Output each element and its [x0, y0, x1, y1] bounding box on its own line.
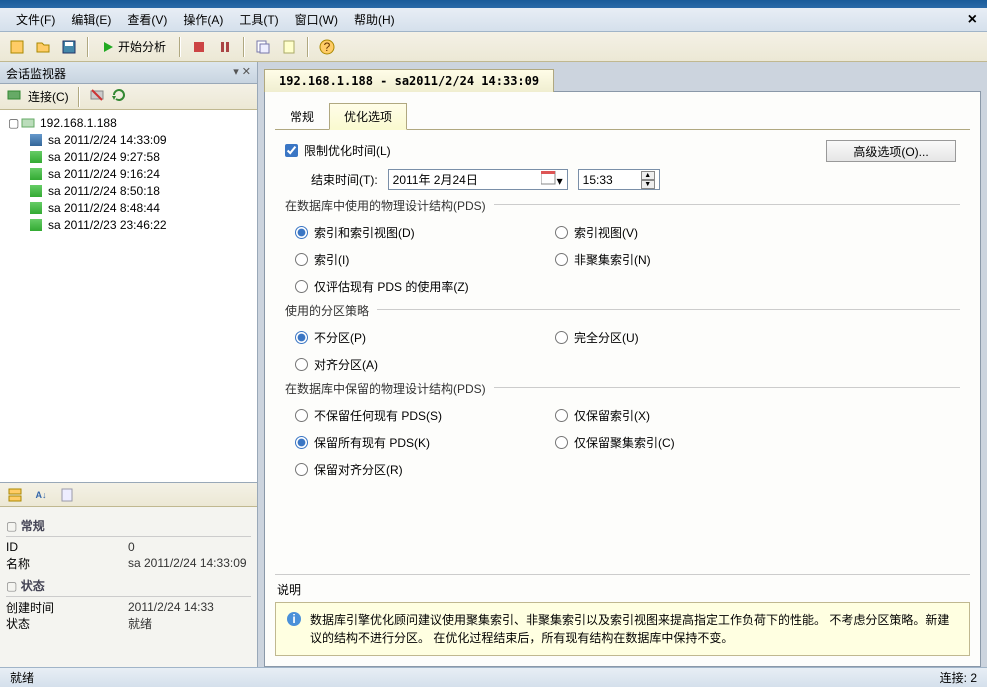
opt-keep-indexes-only[interactable]: 仅保留索引(X) — [555, 407, 805, 424]
opt-evaluate-existing[interactable]: 仅评估现有 PDS 的使用率(Z) — [295, 278, 805, 295]
limit-tuning-time-checkbox[interactable] — [285, 144, 298, 157]
session-icon — [28, 166, 44, 182]
session-icon — [28, 149, 44, 165]
end-time-label: 结束时间(T): — [311, 171, 378, 188]
menu-edit[interactable]: 编辑(E) — [63, 8, 119, 31]
copy-icon[interactable] — [252, 36, 274, 58]
session-icon — [28, 217, 44, 233]
menu-tools[interactable]: 工具(T) — [231, 8, 286, 31]
opt-indexed-views[interactable]: 索引视图(V) — [555, 224, 805, 241]
tree-session-item[interactable]: sa 2011/2/24 8:48:44 — [4, 199, 253, 216]
session-icon — [28, 132, 44, 148]
statusbar: 就绪 连接: 2 — [0, 667, 987, 687]
svg-text:i: i — [292, 612, 295, 626]
tree-session-item[interactable]: sa 2011/2/24 14:33:09 — [4, 131, 253, 148]
session-tree[interactable]: ▢ 192.168.1.188 sa 2011/2/24 14:33:09 sa… — [0, 110, 257, 482]
tree-server-node[interactable]: ▢ 192.168.1.188 — [4, 114, 253, 131]
opt-full-partition[interactable]: 完全分区(U) — [555, 329, 805, 346]
end-date-picker[interactable]: 2011年 2月24日 ▾ — [388, 169, 568, 190]
pause-icon[interactable] — [214, 36, 236, 58]
menu-view[interactable]: 查看(V) — [119, 8, 175, 31]
start-analysis-button[interactable]: 开始分析 — [96, 38, 172, 55]
spinner-icon[interactable]: ▲▼ — [641, 171, 655, 189]
open-icon[interactable] — [32, 36, 54, 58]
end-time-spinner[interactable]: 15:33 ▲▼ — [578, 169, 660, 190]
disconnect-icon[interactable] — [89, 87, 105, 106]
categorize-icon[interactable] — [4, 484, 26, 506]
opt-keep-clustered-only[interactable]: 仅保留聚集索引(C) — [555, 434, 805, 451]
stop-icon[interactable] — [188, 36, 210, 58]
connect-icon[interactable] — [6, 87, 22, 106]
opt-keep-all[interactable]: 保留所有现有 PDS(K) — [295, 434, 545, 451]
description-label: 说明 — [277, 581, 970, 598]
menu-window[interactable]: 窗口(W) — [287, 8, 346, 31]
pds-use-group-label: 在数据库中使用的物理设计结构(PDS) — [285, 199, 494, 213]
opt-nonclustered[interactable]: 非聚集索引(N) — [555, 251, 805, 268]
connect-label[interactable]: 连接(C) — [28, 88, 69, 105]
property-grid: ▢ 常规 ID0 名称sa 2011/2/24 14:33:09 ▢ 状态 创建… — [0, 507, 257, 667]
opt-aligned-partition[interactable]: 对齐分区(A) — [295, 356, 545, 373]
opt-keep-aligned-partition[interactable]: 保留对齐分区(R) — [295, 461, 545, 478]
info-icon: i — [286, 611, 302, 627]
tree-session-item[interactable]: sa 2011/2/23 23:46:22 — [4, 216, 253, 233]
opt-keep-none[interactable]: 不保留任何现有 PDS(S) — [295, 407, 545, 424]
tab-general[interactable]: 常规 — [275, 103, 329, 130]
session-icon — [28, 200, 44, 216]
new-session-icon[interactable] — [6, 36, 28, 58]
status-text: 就绪 — [10, 669, 34, 686]
menu-help[interactable]: 帮助(H) — [346, 8, 403, 31]
tab-tuning-options[interactable]: 优化选项 — [329, 103, 407, 130]
menubar: 文件(F) 编辑(E) 查看(V) 操作(A) 工具(T) 窗口(W) 帮助(H… — [0, 8, 987, 32]
session-icon — [28, 183, 44, 199]
menu-action[interactable]: 操作(A) — [175, 8, 231, 31]
help-icon[interactable]: ? — [316, 36, 338, 58]
svg-text:?: ? — [324, 40, 331, 54]
description-box: i 数据库引擎优化顾问建议使用聚集索引、非聚集索引以及索引视图来提高指定工作负荷… — [275, 602, 970, 656]
session-monitor-title: 会话监视器▾ ✕ — [0, 62, 257, 84]
advanced-options-button[interactable]: 高级选项(O)... — [826, 140, 956, 162]
pds-keep-group-label: 在数据库中保留的物理设计结构(PDS) — [285, 382, 494, 396]
save-icon[interactable] — [58, 36, 80, 58]
limit-tuning-time-label: 限制优化时间(L) — [304, 142, 391, 159]
calendar-dropdown-icon[interactable]: ▾ — [541, 171, 563, 188]
play-icon — [102, 41, 114, 53]
opt-indexes[interactable]: 索引(I) — [295, 251, 545, 268]
refresh-icon[interactable] — [111, 87, 127, 106]
tree-session-item[interactable]: sa 2011/2/24 8:50:18 — [4, 182, 253, 199]
opt-indexes-and-views[interactable]: 索引和索引视图(D) — [295, 224, 545, 241]
close-icon[interactable]: × — [968, 11, 977, 29]
opt-no-partition[interactable]: 不分区(P) — [295, 329, 545, 346]
sort-az-icon[interactable]: A↓ — [30, 484, 52, 506]
props-page-icon[interactable] — [56, 484, 78, 506]
script-icon[interactable] — [278, 36, 300, 58]
partition-group-label: 使用的分区策略 — [285, 304, 377, 318]
document-tab[interactable]: 192.168.1.188 - sa2011/2/24 14:33:09 — [264, 69, 554, 92]
status-connections: 连接: 2 — [940, 669, 977, 686]
server-icon — [20, 115, 36, 131]
menu-file[interactable]: 文件(F) — [8, 8, 63, 31]
tree-session-item[interactable]: sa 2011/2/24 9:27:58 — [4, 148, 253, 165]
toolbar: 开始分析 ? — [0, 32, 987, 62]
tree-session-item[interactable]: sa 2011/2/24 9:16:24 — [4, 165, 253, 182]
